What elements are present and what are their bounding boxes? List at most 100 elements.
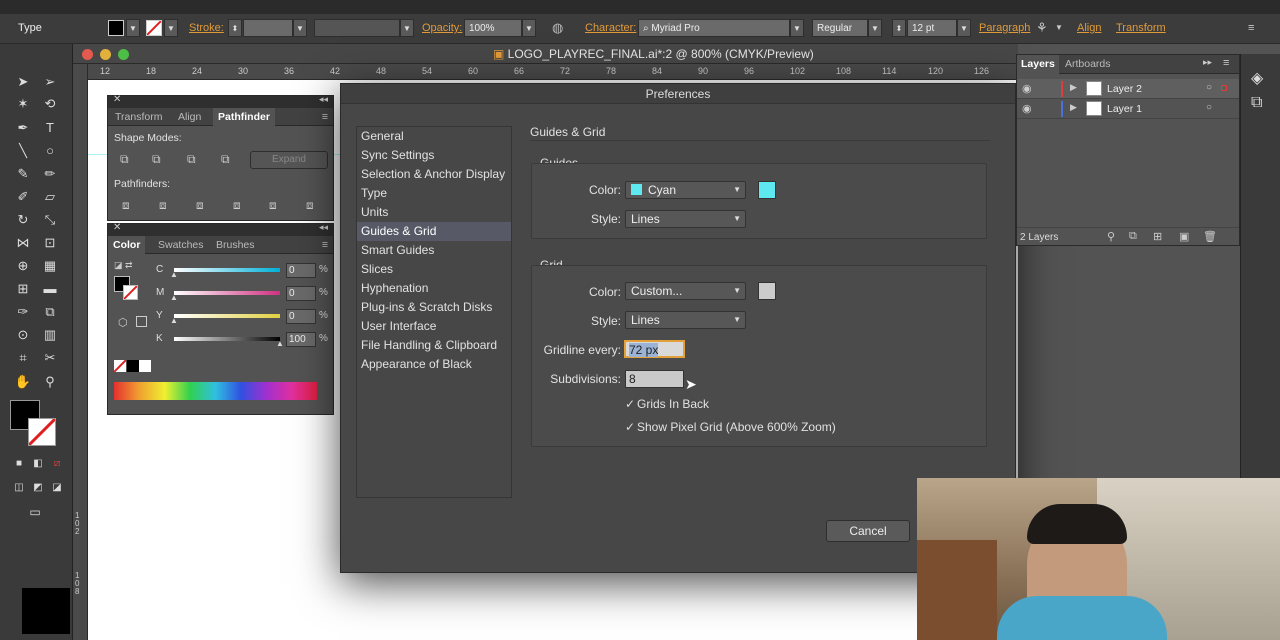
new-layer-icon[interactable]: ▣: [1179, 230, 1189, 243]
tab-pathfinder[interactable]: Pathfinder: [213, 108, 275, 126]
free-transform-tool-icon[interactable]: ⊡: [39, 233, 61, 253]
unite-icon[interactable]: ⧉: [120, 152, 129, 167]
category-item[interactable]: Slices: [357, 260, 511, 279]
artboard-tool-icon[interactable]: ⌗: [12, 348, 34, 368]
screen-mode-icon[interactable]: ▭: [24, 502, 46, 522]
clipping-mask-icon[interactable]: ⧉: [1129, 230, 1137, 243]
channel-value-input[interactable]: 0: [286, 263, 316, 278]
white-color-chip[interactable]: [139, 360, 151, 372]
minus-back-icon[interactable]: ⧈: [306, 198, 314, 213]
delete-layer-icon[interactable]: 🗑: [1203, 230, 1217, 243]
profile-dropdown[interactable]: ▼: [400, 19, 414, 37]
stroke-color-icon[interactable]: [27, 417, 57, 447]
width-tool-icon[interactable]: ⋈: [12, 233, 34, 253]
channel-value-input[interactable]: 0: [286, 286, 316, 301]
layer-row[interactable]: ◉ ▶ Layer 2 ○: [1017, 79, 1239, 99]
visibility-eye-icon[interactable]: ◉: [1022, 102, 1032, 115]
recolor-icon[interactable]: ◍: [552, 19, 563, 37]
expand-triangle-icon[interactable]: ▶: [1070, 102, 1077, 113]
category-item[interactable]: Hyphenation: [357, 279, 511, 298]
category-item[interactable]: Selection & Anchor Display: [357, 165, 511, 184]
slider-thumb-icon[interactable]: ▲: [170, 270, 178, 279]
tab-align[interactable]: Align: [178, 111, 201, 123]
blob-brush-tool-icon[interactable]: ✐: [12, 187, 34, 207]
show-pixel-grid-checkbox[interactable]: ✓ Show Pixel Grid (Above 600% Zoom): [625, 420, 836, 434]
font-size-dropdown[interactable]: ▼: [957, 19, 971, 37]
tab-transform[interactable]: Transform: [115, 111, 162, 123]
transform-link[interactable]: Transform: [1116, 19, 1166, 37]
slider-thumb-icon[interactable]: ▲: [170, 293, 178, 302]
glyph-dropdown-icon[interactable]: ▼: [1055, 19, 1063, 37]
gridline-every-input[interactable]: 72 px: [624, 340, 685, 358]
layer-name[interactable]: Layer 2: [1107, 83, 1142, 95]
eraser-tool-icon[interactable]: ▱: [39, 187, 61, 207]
panel-menu-icon[interactable]: ≡: [1223, 57, 1229, 69]
tab-layers[interactable]: Layers: [1017, 55, 1059, 74]
subdivisions-input[interactable]: 8: [625, 370, 684, 388]
target-icon[interactable]: ○: [1206, 82, 1212, 93]
perspective-grid-tool-icon[interactable]: ▦: [39, 256, 61, 276]
stroke-stepper[interactable]: ⬍: [228, 19, 242, 37]
fill-dropdown[interactable]: ▼: [126, 19, 140, 37]
variable-width-profile[interactable]: [314, 19, 400, 37]
character-link[interactable]: Character:: [585, 19, 636, 37]
slice-tool-icon[interactable]: ✂: [39, 348, 61, 368]
stroke-swatch[interactable]: [146, 20, 162, 36]
cancel-button[interactable]: Cancel: [826, 520, 910, 542]
none-color-icon[interactable]: [113, 359, 127, 373]
channel-slider[interactable]: [174, 268, 280, 272]
artboards-dock-icon[interactable]: ⧉: [1251, 94, 1262, 112]
minimize-window-icon[interactable]: [100, 49, 111, 60]
category-item[interactable]: Smart Guides: [357, 241, 511, 260]
graph-tool-icon[interactable]: ▥: [39, 325, 61, 345]
exclude-icon[interactable]: ⧉: [221, 152, 230, 167]
layer-row[interactable]: ◉ ▶ Layer 1 ○: [1017, 99, 1239, 119]
panel-menu-icon[interactable]: ≡: [322, 111, 328, 123]
merge-icon[interactable]: ⧈: [196, 198, 204, 213]
channel-value-input[interactable]: 0: [286, 309, 316, 324]
new-sublayer-icon[interactable]: ⊞: [1153, 230, 1162, 243]
tab-swatches[interactable]: Swatches: [158, 239, 204, 251]
collapse-panel-icon[interactable]: ◂◂: [319, 94, 328, 105]
grid-color-select[interactable]: Custom... ▼: [625, 282, 746, 300]
stroke-weight-dropdown[interactable]: ▼: [293, 19, 307, 37]
ellipse-tool-icon[interactable]: ○: [39, 141, 61, 161]
glyph-icon[interactable]: ⚘: [1036, 19, 1048, 37]
none-mode-icon[interactable]: ⧄: [46, 454, 68, 474]
tab-brushes[interactable]: Brushes: [216, 239, 255, 251]
paintbrush-tool-icon[interactable]: ✎: [12, 164, 34, 184]
lasso-tool-icon[interactable]: ⟲: [39, 94, 61, 114]
font-family-dropdown[interactable]: ▼: [790, 19, 804, 37]
grids-in-back-checkbox[interactable]: ✓ Grids In Back: [625, 397, 709, 411]
align-link[interactable]: Align: [1077, 19, 1101, 37]
category-item[interactable]: File Handling & Clipboard: [357, 336, 511, 355]
rotate-tool-icon[interactable]: ↻: [12, 210, 34, 230]
stroke-swatch-dropdown[interactable]: ▼: [164, 19, 178, 37]
intersect-icon[interactable]: ⧉: [187, 152, 196, 167]
expand-triangle-icon[interactable]: ▶: [1070, 82, 1077, 93]
magic-wand-tool-icon[interactable]: ✶: [12, 94, 34, 114]
opacity-input[interactable]: 100%: [464, 19, 522, 37]
outline-icon[interactable]: ⧈: [269, 198, 277, 213]
font-size-stepper[interactable]: ⬍: [892, 19, 906, 37]
font-family-input[interactable]: ⌕ Myriad Pro: [638, 19, 790, 37]
pen-tool-icon[interactable]: ✒: [12, 118, 34, 138]
category-item[interactable]: General: [357, 127, 511, 146]
slider-thumb-icon[interactable]: ▲: [276, 339, 284, 348]
close-panel-icon[interactable]: ✕: [113, 222, 121, 233]
direct-selection-tool-icon[interactable]: ➢: [39, 72, 61, 92]
font-size-input[interactable]: 12 pt: [907, 19, 957, 37]
type-tool-icon[interactable]: T: [39, 118, 61, 138]
category-item[interactable]: Sync Settings: [357, 146, 511, 165]
fill-swatch[interactable]: [108, 20, 124, 36]
layers-dock-icon[interactable]: ◈: [1251, 68, 1263, 88]
collapse-panel-icon[interactable]: ▸▸: [1203, 57, 1212, 68]
visibility-eye-icon[interactable]: ◉: [1022, 82, 1032, 95]
blend-tool-icon[interactable]: ⧉: [39, 302, 61, 322]
line-tool-icon[interactable]: ╲: [12, 141, 34, 161]
category-item[interactable]: Type: [357, 184, 511, 203]
mesh-tool-icon[interactable]: ⊞: [12, 279, 34, 299]
font-style-select[interactable]: Regular: [812, 19, 868, 37]
zoom-window-icon[interactable]: [118, 49, 129, 60]
font-style-dropdown[interactable]: ▼: [868, 19, 882, 37]
